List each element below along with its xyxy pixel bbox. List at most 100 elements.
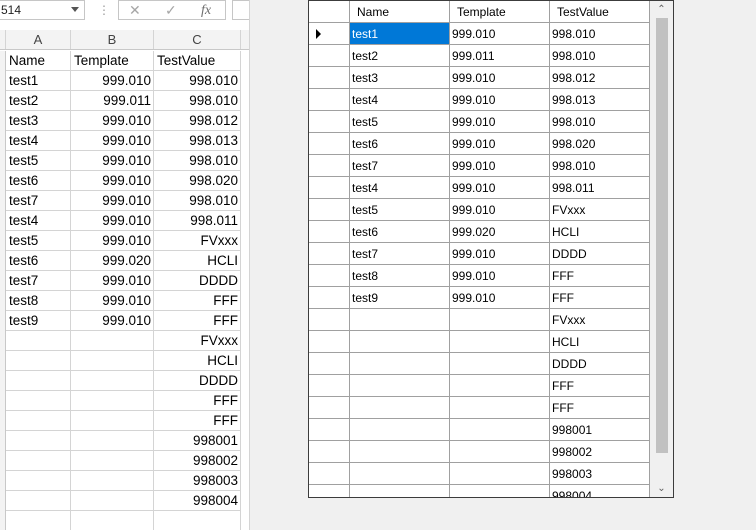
grid-cell[interactable]: test4	[350, 89, 450, 111]
excel-cell[interactable]: 999.010	[71, 211, 154, 231]
excel-cell[interactable]: Name	[6, 51, 71, 71]
excel-cell[interactable]	[71, 331, 154, 351]
grid-cell[interactable]: FVxxx	[550, 199, 650, 221]
excel-cell[interactable]: 999.010	[71, 271, 154, 291]
excel-cell[interactable]: test1	[6, 71, 71, 91]
grid-cell[interactable]: test1	[350, 23, 450, 45]
excel-cell[interactable]	[6, 391, 71, 411]
grid-cell[interactable]: test7	[350, 155, 450, 177]
grid-row-header[interactable]	[309, 243, 350, 265]
grid-row-header[interactable]	[309, 463, 350, 485]
grid-row-header[interactable]	[309, 45, 350, 67]
excel-cell[interactable]	[6, 511, 71, 530]
scroll-up-icon[interactable]: ⌃	[656, 4, 667, 15]
excel-cell[interactable]	[71, 351, 154, 371]
insert-function-icon[interactable]: fx	[201, 2, 211, 19]
excel-cell[interactable]	[71, 511, 154, 530]
grid-cell[interactable]: 999.010	[450, 133, 550, 155]
grid-cell[interactable]: FFF	[550, 287, 650, 309]
grid-cell[interactable]: FFF	[550, 265, 650, 287]
grid-cell[interactable]: test5	[350, 199, 450, 221]
grid-row-header[interactable]	[309, 67, 350, 89]
grid-cell[interactable]	[450, 441, 550, 463]
grid-row-header[interactable]	[309, 419, 350, 441]
excel-cell[interactable]: test8	[6, 291, 71, 311]
grid-cell[interactable]	[350, 397, 450, 419]
excel-cell[interactable]	[6, 331, 71, 351]
grid-row-header[interactable]	[309, 155, 350, 177]
grid-cell[interactable]: 999.010	[450, 243, 550, 265]
excel-cell[interactable]	[6, 371, 71, 391]
excel-cell[interactable]: 999.010	[71, 151, 154, 171]
grid-cell[interactable]: 998.020	[550, 133, 650, 155]
grid-cell[interactable]: 999.010	[450, 23, 550, 45]
excel-cell[interactable]: 998004	[154, 491, 241, 511]
grid-cell[interactable]: 999.010	[450, 89, 550, 111]
column-header-a[interactable]: A	[6, 30, 71, 49]
grid-cell[interactable]: 999.011	[450, 45, 550, 67]
scroll-down-icon[interactable]: ⌄	[656, 483, 667, 494]
grid-cell[interactable]: test2	[350, 45, 450, 67]
grid-row-header[interactable]	[309, 309, 350, 331]
grid-column-header[interactable]: Name	[350, 1, 450, 23]
excel-cell[interactable]: test4	[6, 211, 71, 231]
excel-cell[interactable]: 998.012	[154, 111, 241, 131]
grid-row-header[interactable]	[309, 353, 350, 375]
excel-cell[interactable]: test9	[6, 311, 71, 331]
grid-cell[interactable]: 998.010	[550, 45, 650, 67]
grid-cell[interactable]: HCLI	[550, 331, 650, 353]
grid-row-header[interactable]	[309, 287, 350, 309]
grid-cell[interactable]	[450, 485, 550, 497]
grid-row-header[interactable]	[309, 133, 350, 155]
excel-cell[interactable]: 998.013	[154, 131, 241, 151]
excel-cell[interactable]	[71, 491, 154, 511]
grid-cell[interactable]: 999.020	[450, 221, 550, 243]
excel-cell[interactable]: 999.010	[71, 191, 154, 211]
grid-cell[interactable]: 998003	[550, 463, 650, 485]
grid-row-header[interactable]	[309, 177, 350, 199]
grid-cell[interactable]: test5	[350, 111, 450, 133]
grid-cell[interactable]: 998.010	[550, 23, 650, 45]
excel-cell[interactable]: HCLI	[154, 251, 241, 271]
grid-corner-header[interactable]	[309, 1, 350, 23]
grid-cell[interactable]: test7	[350, 243, 450, 265]
grid-cell[interactable]: 999.010	[450, 199, 550, 221]
excel-cell[interactable]: 998.010	[154, 71, 241, 91]
grid-row-header[interactable]	[309, 265, 350, 287]
excel-cell[interactable]: 999.010	[71, 111, 154, 131]
grid-cell[interactable]	[450, 331, 550, 353]
grid-cell[interactable]: test3	[350, 67, 450, 89]
grid-cell[interactable]: test6	[350, 133, 450, 155]
grid-cell[interactable]	[350, 375, 450, 397]
grid-row-header[interactable]	[309, 23, 350, 45]
grid-row-header[interactable]	[309, 485, 350, 497]
grid-cell[interactable]: FFF	[550, 397, 650, 419]
grid-cell[interactable]	[450, 463, 550, 485]
grid-cell[interactable]: 998004	[550, 485, 650, 497]
excel-cell[interactable]: FFF	[154, 411, 241, 431]
excel-cell[interactable]: 998.010	[154, 91, 241, 111]
grid-cell[interactable]	[450, 419, 550, 441]
excel-cell[interactable]: DDDD	[154, 271, 241, 291]
grid-row-header[interactable]	[309, 89, 350, 111]
excel-cell[interactable]	[71, 371, 154, 391]
excel-cell[interactable]: 999.010	[71, 171, 154, 191]
grid-cell[interactable]: 998.011	[550, 177, 650, 199]
grid-cell[interactable]	[350, 463, 450, 485]
scrollbar-thumb[interactable]	[656, 18, 668, 453]
grid-cell[interactable]: 999.010	[450, 111, 550, 133]
excel-cell[interactable]: FFF	[154, 311, 241, 331]
grid-cell[interactable]: 999.010	[450, 177, 550, 199]
grid-cell[interactable]	[350, 485, 450, 497]
grid-cell[interactable]: 998.010	[550, 111, 650, 133]
grid-cell[interactable]: 999.010	[450, 67, 550, 89]
grid-cell[interactable]: 999.010	[450, 287, 550, 309]
grid-cell[interactable]: 998.012	[550, 67, 650, 89]
grid-cell[interactable]: test9	[350, 287, 450, 309]
grid-cell[interactable]: 998.013	[550, 89, 650, 111]
excel-cell[interactable]: 999.011	[71, 91, 154, 111]
grid-cell[interactable]	[350, 441, 450, 463]
excel-cell[interactable]: HCLI	[154, 351, 241, 371]
excel-cell[interactable]: test4	[6, 131, 71, 151]
excel-cell[interactable]: 998.020	[154, 171, 241, 191]
